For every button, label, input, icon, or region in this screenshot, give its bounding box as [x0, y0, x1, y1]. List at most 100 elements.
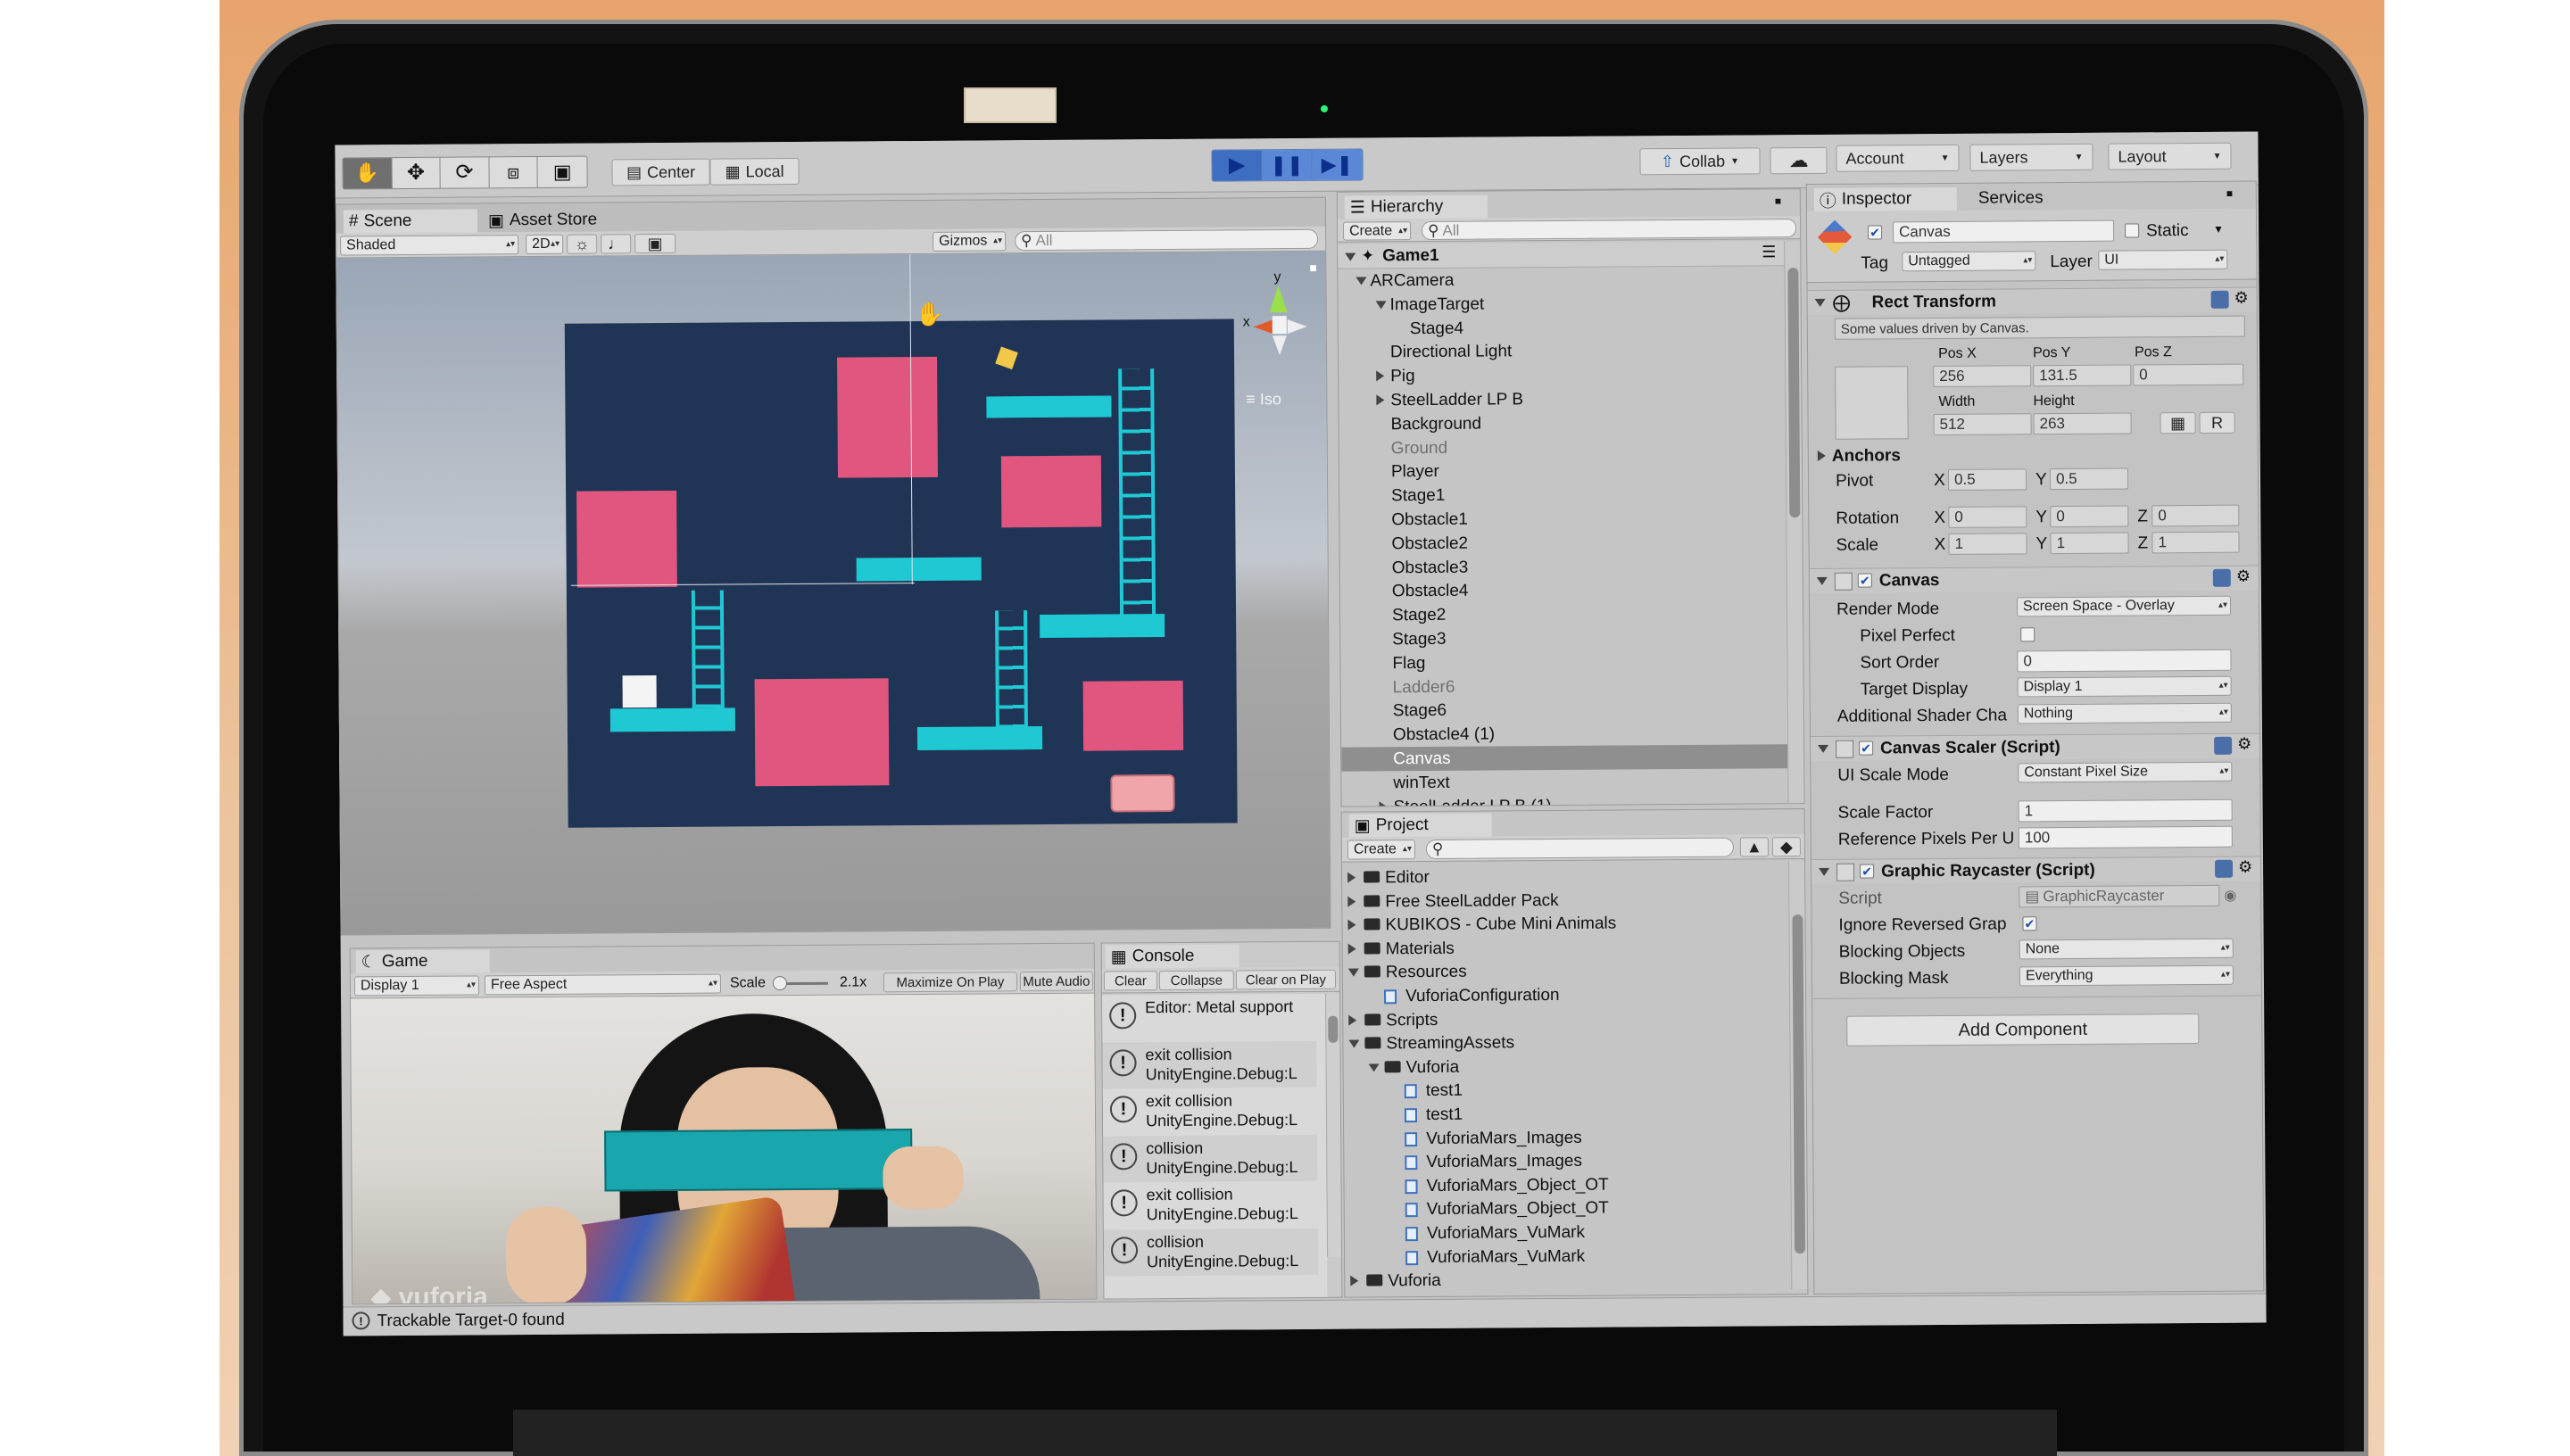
- scene-search-input[interactable]: ⚲ All: [1015, 228, 1319, 252]
- scale-z-field[interactable]: 1: [2151, 531, 2240, 554]
- project-item[interactable]: VuforiaMars_Object_OT: [1345, 1195, 1791, 1222]
- filter-by-type-button[interactable]: ▲: [1739, 837, 1769, 857]
- hierarchy-item[interactable]: Stage3: [1340, 625, 1787, 651]
- mute-audio-toggle[interactable]: Mute Audio: [1019, 971, 1094, 992]
- pivot-y-field[interactable]: 0.5: [2049, 467, 2129, 491]
- hierarchy-lock-icon[interactable]: ■: [1775, 194, 1781, 207]
- inspector-lock-icon[interactable]: ■: [2226, 187, 2233, 200]
- collapsed-arrow-icon[interactable]: [1376, 394, 1385, 406]
- effects-toggle[interactable]: ▣: [634, 233, 676, 254]
- project-item[interactable]: Materials: [1343, 934, 1789, 961]
- object-active-checkbox[interactable]: ✔: [1868, 225, 1883, 240]
- object-picker-icon[interactable]: ◉: [2224, 887, 2236, 905]
- posz-field[interactable]: 0: [2133, 363, 2244, 386]
- project-item[interactable]: Vuforia: [1345, 1266, 1791, 1293]
- anchors-expand-icon[interactable]: [1817, 450, 1826, 461]
- project-item[interactable]: test1: [1344, 1077, 1790, 1104]
- height-field[interactable]: 263: [2033, 412, 2132, 435]
- graphic-raycaster-header[interactable]: ✔ Graphic Raycaster (Script) ⚙: [1811, 856, 2261, 885]
- project-item[interactable]: VuforiaMars_VuMark: [1345, 1243, 1791, 1270]
- console-clear-on-play-toggle[interactable]: Clear on Play: [1235, 969, 1336, 990]
- tag-dropdown[interactable]: Untagged: [1902, 251, 2036, 272]
- sort-order-field[interactable]: 0: [2017, 649, 2232, 673]
- hierarchy-item[interactable]: Obstacle1: [1339, 505, 1786, 532]
- expand-arrow-icon[interactable]: [1375, 301, 1387, 310]
- hierarchy-item[interactable]: Stage4: [1339, 314, 1785, 341]
- hierarchy-item[interactable]: Ladder6: [1341, 673, 1787, 699]
- rotation-y-field[interactable]: 0: [2050, 505, 2129, 528]
- rotation-x-field[interactable]: 0: [1948, 506, 2027, 528]
- console-entry[interactable]: ! exit collision UnityEngine.Debug:L: [1102, 1040, 1317, 1089]
- hierarchy-item[interactable]: Stage6: [1341, 697, 1787, 724]
- hierarchy-create-dropdown[interactable]: Create: [1342, 221, 1412, 241]
- static-checkbox[interactable]: [2125, 223, 2140, 238]
- expand-arrow-icon[interactable]: [1368, 1063, 1380, 1072]
- collapsed-arrow-icon[interactable]: [1347, 872, 1356, 883]
- hierarchy-item[interactable]: Background: [1339, 410, 1785, 436]
- cloud-button[interactable]: ☁: [1770, 146, 1828, 175]
- scene-row[interactable]: ✦ Game1 ☰: [1338, 241, 1785, 269]
- console-entry[interactable]: ! exit collision UnityEngine.Debug:L: [1102, 1087, 1318, 1136]
- project-tab[interactable]: ▣ Project: [1348, 813, 1492, 838]
- console-entry[interactable]: ! exit collision UnityEngine.Debug:L: [1103, 1180, 1318, 1229]
- game-tab[interactable]: ☾ Game: [355, 949, 490, 974]
- project-item[interactable]: VuforiaMars_Object_OT: [1344, 1171, 1790, 1198]
- static-dropdown-icon[interactable]: ▼: [2213, 223, 2224, 236]
- hierarchy-item[interactable]: Obstacle4 (1): [1341, 720, 1787, 747]
- canvas-scaler-enabled-checkbox[interactable]: ✔: [1859, 740, 1874, 756]
- gear-icon[interactable]: ⚙: [2234, 289, 2249, 308]
- pivot-center-toggle[interactable]: ▤ Center: [611, 158, 710, 186]
- hierarchy-item[interactable]: Flag: [1340, 649, 1787, 675]
- collapsed-arrow-icon[interactable]: [1379, 800, 1388, 807]
- blueprint-mode-button[interactable]: ▦: [2160, 411, 2196, 434]
- console-collapse-toggle[interactable]: Collapse: [1158, 970, 1235, 991]
- hand-tool-icon[interactable]: ✋: [343, 158, 393, 189]
- canvas-enabled-checkbox[interactable]: ✔: [1857, 573, 1872, 588]
- expand-arrow-icon[interactable]: [1347, 968, 1359, 978]
- collapse-arrow-icon[interactable]: [1819, 867, 1830, 876]
- hierarchy-tab[interactable]: ☰ Hierarchy: [1344, 194, 1488, 219]
- project-item[interactable]: VuforiaMars_Images: [1344, 1147, 1790, 1174]
- console-entry[interactable]: ! collision UnityEngine.Debug:L: [1103, 1134, 1318, 1183]
- help-icon[interactable]: [2212, 568, 2231, 587]
- expand-arrow-icon[interactable]: [1345, 252, 1356, 261]
- step-button[interactable]: ▶❚: [1312, 149, 1363, 180]
- services-tab[interactable]: Services: [1966, 186, 2073, 211]
- raycaster-enabled-checkbox[interactable]: ✔: [1860, 864, 1875, 879]
- hierarchy-search-input[interactable]: ⚲ All: [1421, 219, 1797, 241]
- hierarchy-item[interactable]: Pig: [1339, 361, 1785, 388]
- game-view[interactable]: ◆ vuforia: [351, 993, 1098, 1305]
- collapse-arrow-icon[interactable]: [1818, 744, 1829, 753]
- ui-scale-mode-dropdown[interactable]: Constant Pixel Size: [2018, 761, 2233, 783]
- orientation-gizmo[interactable]: y x: [1242, 269, 1314, 368]
- scale-slider-thumb[interactable]: [772, 976, 787, 991]
- project-item[interactable]: Editor: [1342, 863, 1788, 889]
- pivot-local-toggle[interactable]: ▦ Local: [709, 157, 800, 186]
- account-dropdown[interactable]: Account ▼: [1836, 144, 1960, 172]
- raw-edit-button[interactable]: R: [2199, 411, 2235, 434]
- play-button[interactable]: ▶: [1212, 150, 1263, 181]
- lighting-toggle[interactable]: ☼: [567, 234, 598, 254]
- rotation-z-field[interactable]: 0: [2151, 504, 2240, 527]
- gizmos-dropdown[interactable]: Gizmos: [933, 231, 1007, 252]
- expand-arrow-icon[interactable]: [1348, 1039, 1360, 1048]
- hierarchy-item[interactable]: Stage2: [1340, 600, 1787, 627]
- project-item[interactable]: Free SteelLadder Pack: [1342, 887, 1788, 914]
- scale-slider[interactable]: [772, 976, 828, 991]
- object-name-input[interactable]: Canvas: [1893, 219, 2115, 244]
- help-icon[interactable]: [2215, 859, 2234, 878]
- hierarchy-item[interactable]: winText: [1341, 768, 1787, 795]
- project-item[interactable]: Scripts: [1343, 1005, 1789, 1032]
- scene-viewport[interactable]: ✋ y x ≡ Iso ■: [336, 251, 1331, 936]
- help-icon[interactable]: [2210, 290, 2229, 309]
- hierarchy-item[interactable]: Obstacle2: [1339, 529, 1786, 556]
- scale-factor-field[interactable]: 1: [2018, 798, 2233, 823]
- console-entry[interactable]: ! Editor: Metal support: [1102, 993, 1317, 1042]
- collapsed-arrow-icon[interactable]: [1347, 919, 1356, 931]
- hierarchy-item[interactable]: Obstacle4: [1340, 577, 1787, 604]
- scene-menu-icon[interactable]: ☰: [1762, 243, 1776, 261]
- scale-x-field[interactable]: 1: [1948, 533, 2027, 555]
- console-tab[interactable]: ▦ Console: [1105, 944, 1239, 969]
- filter-by-label-button[interactable]: ◆: [1771, 837, 1801, 857]
- layout-dropdown[interactable]: Layout ▼: [2108, 142, 2232, 170]
